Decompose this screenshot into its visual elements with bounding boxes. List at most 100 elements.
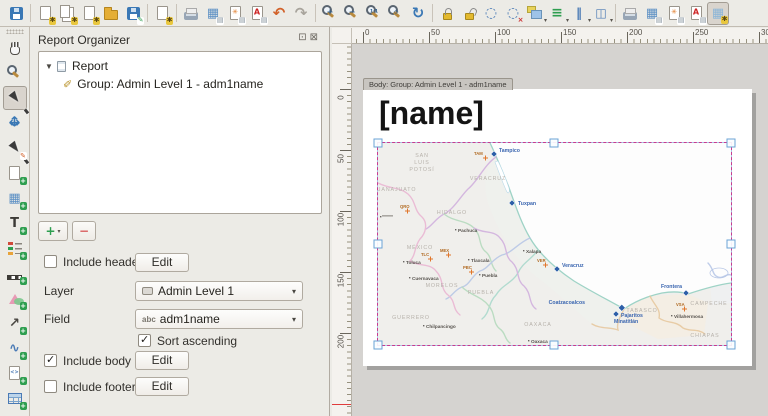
tree-item-report[interactable]: ▼ Report (39, 57, 321, 75)
resize-handle-nw[interactable] (374, 139, 383, 148)
ruler-label: 50 (431, 28, 440, 37)
layout-view[interactable]: Body: Group: Admin Level 1 - adm1name [n… (352, 44, 768, 416)
svg-text:TAM: TAM (474, 151, 483, 156)
add-scalebar-tool-icon-badge: + (20, 277, 27, 285)
add-shape-tool-icon[interactable]: + (3, 286, 27, 310)
remove-section-button[interactable]: − (72, 221, 96, 241)
resize-items-icon[interactable]: ◫▾ (590, 2, 612, 25)
add-node-item-tool-icon[interactable]: ∿+ (3, 336, 27, 360)
duplicate-layout-icon[interactable]: ✱ (56, 2, 78, 25)
zoom-out-icon[interactable]: − (341, 2, 363, 25)
string-field-icon: abc (142, 315, 156, 324)
zoom-in-icon-overlay: + (327, 9, 334, 17)
move-item-content-tool-icon[interactable]: ↔↕ (3, 111, 27, 135)
report-tree: ▼ Report ✐ Group: Admin Level 1 - adm1na… (38, 51, 322, 214)
report-page[interactable]: [name] (363, 89, 752, 366)
svg-text:Tampico: Tampico (499, 148, 520, 154)
zoom-tool-icon[interactable] (3, 61, 27, 85)
export-report-pdf-icon[interactable]: A▤ (685, 2, 707, 25)
ruler-label: 150 (337, 273, 346, 289)
add-label-tool-icon-glyph: T (10, 217, 19, 230)
resize-handle-se[interactable] (727, 341, 736, 350)
field-value: adm1name (160, 312, 292, 326)
add-legend-tool-icon[interactable]: + (3, 236, 27, 260)
save-icon[interactable] (5, 2, 27, 25)
ungroup-items-icon[interactable]: ◌× (502, 2, 524, 25)
add-scalebar-tool-icon[interactable]: + (3, 261, 27, 285)
add-attribute-table-tool-icon[interactable]: + (3, 386, 27, 410)
svg-text:Villahermosa: Villahermosa (674, 314, 703, 319)
resize-handle-s[interactable] (550, 341, 559, 350)
export-image-icon[interactable]: ▦▤ (202, 2, 224, 25)
add-pages-icon[interactable]: ✱ (151, 2, 173, 25)
resize-handle-ne[interactable] (727, 139, 736, 148)
expander-icon[interactable]: ▼ (45, 62, 57, 71)
resize-handle-sw[interactable] (374, 341, 383, 350)
undo-icon[interactable]: ↶ (268, 2, 290, 25)
raise-items-icon[interactable]: ▾ (524, 2, 546, 25)
save-as-icon[interactable]: ✎ (122, 2, 144, 25)
add-map-tool-icon[interactable]: + (3, 161, 27, 185)
export-report-svg-icon[interactable]: ✳▤ (663, 2, 685, 25)
add-picture-tool-icon[interactable]: ▦+ (3, 186, 27, 210)
panel-float-icon[interactable]: ⊡ (298, 32, 309, 43)
export-pdf-icon[interactable]: A▤ (246, 2, 268, 25)
chevron-down-icon: ▾ (610, 18, 613, 24)
toolbar-grip[interactable] (6, 29, 24, 34)
add-arrow-tool-icon[interactable]: ↗+ (3, 311, 27, 335)
export-report-image-icon[interactable]: ▦▤ (641, 2, 663, 25)
layout-manager-icon[interactable]: ✱ (78, 2, 100, 25)
field-combobox[interactable]: abc adm1name ▾ (135, 309, 303, 329)
minus-icon: − (79, 224, 89, 238)
field-label: Field (44, 312, 70, 326)
add-section-button[interactable]: +▾ (38, 221, 68, 241)
include-footer-checkbox[interactable] (44, 380, 57, 393)
refresh-icon[interactable]: ↻ (407, 2, 429, 25)
add-html-tool-icon[interactable]: <>+ (3, 361, 27, 385)
chevron-down-icon: ▾ (292, 287, 296, 296)
resize-handle-w[interactable] (374, 240, 383, 249)
toolbar-separator (315, 4, 316, 22)
edit-report-icon[interactable]: ▦✱ (707, 2, 729, 25)
tree-item-group[interactable]: ✐ Group: Admin Level 1 - adm1name (39, 75, 321, 93)
include-header-checkbox[interactable] (44, 255, 57, 268)
distribute-items-icon[interactable]: ‖▾ (568, 2, 590, 25)
zoom-full-icon[interactable]: ◇ (385, 2, 407, 25)
select-move-item-tool-icon[interactable] (3, 86, 27, 110)
include-body-checkbox[interactable] (44, 354, 57, 367)
add-label-tool-icon[interactable]: T+ (3, 211, 27, 235)
report-title-label[interactable]: [name] (379, 95, 484, 132)
export-svg-icon[interactable]: ✳▤ (224, 2, 246, 25)
add-map-tool-icon-badge: + (20, 177, 27, 185)
print-report-icon[interactable] (619, 2, 641, 25)
distribute-items-icon-glyph: ‖ (576, 7, 582, 19)
edit-header-button[interactable]: Edit (135, 253, 189, 272)
new-layout-icon-badge: ✱ (49, 17, 56, 25)
layer-combobox[interactable]: Admin Level 1 ▾ (135, 281, 303, 301)
resize-handle-n[interactable] (550, 139, 559, 148)
sort-ascending-checkbox[interactable] (138, 334, 151, 347)
edit-body-button[interactable]: Edit (135, 351, 189, 370)
zoom-actual-icon[interactable]: 1:1 (363, 2, 385, 25)
group-items-icon[interactable]: ◌ (480, 2, 502, 25)
redo-icon[interactable]: ↷ (290, 2, 312, 25)
sort-ascending-label: Sort ascending (157, 334, 237, 348)
pan-tool-icon[interactable] (3, 36, 27, 60)
top-toolbar: ✱✱✱✎✱▦▤✳▤A▤↶↷+−1:1◇↻◌◌×▾≡▾‖▾◫▾▦▤✳▤A▤▦✱ (0, 0, 768, 27)
chevron-down-icon: ▾ (58, 228, 61, 235)
print-layout-icon[interactable] (180, 2, 202, 25)
resize-handle-e[interactable] (727, 240, 736, 249)
panel-close-icon[interactable]: ⊠ (310, 32, 321, 43)
lock-items-icon-glyph (443, 13, 452, 20)
unlock-items-icon[interactable] (458, 2, 480, 25)
svg-text:Chilpancingo: Chilpancingo (426, 324, 456, 329)
align-items-icon[interactable]: ≡▾ (546, 2, 568, 25)
lock-items-icon[interactable] (436, 2, 458, 25)
map-item[interactable]: SAN LUIS POTOSÍ VERACRUZ GUANAJUATO HIDA… (378, 143, 731, 345)
open-layout-icon[interactable] (100, 2, 122, 25)
new-layout-icon[interactable]: ✱ (34, 2, 56, 25)
svg-text:LUIS: LUIS (414, 160, 429, 166)
edit-footer-button[interactable]: Edit (135, 377, 189, 396)
edit-nodes-item-tool-icon[interactable]: ✎ (3, 136, 27, 160)
zoom-in-icon[interactable]: + (319, 2, 341, 25)
